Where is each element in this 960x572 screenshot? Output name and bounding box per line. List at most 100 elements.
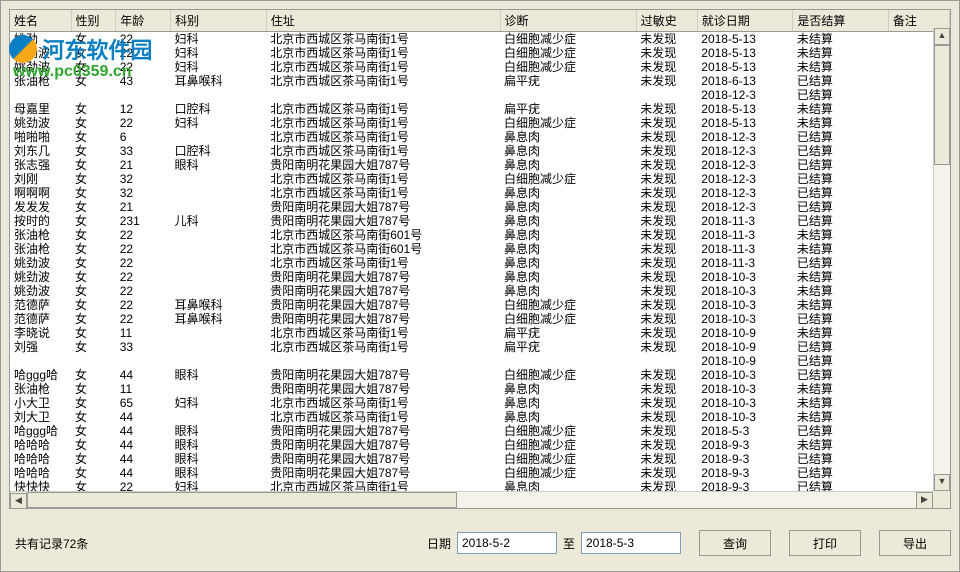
cell-age: 21: [116, 158, 171, 172]
horizontal-scrollbar[interactable]: ◀ ▶: [10, 491, 933, 508]
cell-sex: 女: [71, 396, 116, 410]
cell-allergy: 未发现: [636, 438, 697, 452]
cell-settle: 已结算: [793, 340, 889, 354]
cell-settle: 未结算: [793, 284, 889, 298]
cell-age: 43: [116, 74, 171, 88]
cell-name: 姚劲波: [10, 284, 71, 298]
cell-diag: 鼻息肉: [500, 284, 636, 298]
cell-dept: 眼科: [171, 158, 267, 172]
cell-settle: 未结算: [793, 382, 889, 396]
cell-dept: 耳鼻喉科: [171, 298, 267, 312]
cell-age: 22: [116, 270, 171, 284]
cell-diag: 鼻息肉: [500, 396, 636, 410]
table-row[interactable]: 姚劲女22妇科北京市西城区茶马南街1号白细胞减少症未发现2018-5-13未结算: [10, 32, 950, 47]
cell-settle: 已结算: [793, 312, 889, 326]
cell-allergy: 未发现: [636, 60, 697, 74]
table-row[interactable]: 刘刚女32北京市西城区茶马南街1号白细胞减少症未发现2018-12-3已结算: [10, 172, 950, 186]
cell-diag: 白细胞减少症: [500, 298, 636, 312]
column-header[interactable]: 就诊日期: [697, 10, 793, 32]
table-row[interactable]: 按时的女231儿科贵阳南明花果园大姐787号鼻息肉未发现2018-11-3已结算: [10, 214, 950, 228]
column-header[interactable]: 年龄: [116, 10, 171, 32]
vscroll-thumb[interactable]: [934, 45, 950, 165]
cell-dept: 眼科: [171, 466, 267, 480]
cell-age: 22: [116, 46, 171, 60]
table-row[interactable]: 范德萨女22耳鼻喉科贵阳南明花果园大姐787号白细胞减少症未发现2018-10-…: [10, 312, 950, 326]
table-row[interactable]: 发发发女21贵阳南明花果园大姐787号鼻息肉未发现2018-12-3已结算: [10, 200, 950, 214]
table-row[interactable]: 2018-10-9已结算: [10, 354, 950, 368]
cell-addr: 贵阳南明花果园大姐787号: [266, 312, 500, 326]
table-row[interactable]: 哈哈哈女44眼科贵阳南明花果园大姐787号白细胞减少症未发现2018-9-3已结…: [10, 452, 950, 466]
cell-diag: 扁平疣: [500, 326, 636, 340]
column-header[interactable]: 科别: [171, 10, 267, 32]
cell-date: 2018-11-3: [697, 256, 793, 270]
table-row[interactable]: 姚劲波女22北京市西城区茶马南街1号鼻息肉未发现2018-11-3已结算: [10, 256, 950, 270]
vertical-scrollbar[interactable]: ▲ ▼: [933, 28, 950, 491]
table-row[interactable]: 2018-12-3已结算: [10, 88, 950, 102]
table-row[interactable]: 母嘉里女12口腔科北京市西城区茶马南街1号扁平疣未发现2018-5-13未结算: [10, 102, 950, 116]
data-table-container: 姓名性别年龄科别住址诊断过敏史就诊日期是否结算备注 姚劲女22妇科北京市西城区茶…: [9, 9, 951, 509]
table-row[interactable]: 姚劲波女22妇科北京市西城区茶马南街1号白细胞减少症未发现2018-5-13未结…: [10, 46, 950, 60]
table-row[interactable]: 姚劲波女22贵阳南明花果园大姐787号鼻息肉未发现2018-10-3未结算: [10, 284, 950, 298]
table-row[interactable]: 哈哈哈女44眼科贵阳南明花果园大姐787号白细胞减少症未发现2018-9-3未结…: [10, 438, 950, 452]
table-row[interactable]: 刘东几女33口腔科北京市西城区茶马南街1号鼻息肉未发现2018-12-3已结算: [10, 144, 950, 158]
cell-dept: 儿科: [171, 214, 267, 228]
table-row[interactable]: 李晓说女11北京市西城区茶马南街1号扁平疣未发现2018-10-9未结算: [10, 326, 950, 340]
cell-dept: 口腔科: [171, 102, 267, 116]
cell-name: 张油枪: [10, 74, 71, 88]
cell-sex: 女: [71, 200, 116, 214]
cell-date: 2018-11-3: [697, 242, 793, 256]
table-row[interactable]: 刘强女33北京市西城区茶马南街1号扁平疣未发现2018-10-9已结算: [10, 340, 950, 354]
date-from-input[interactable]: [457, 532, 557, 554]
table-row[interactable]: 姚劲波女22妇科北京市西城区茶马南街1号白细胞减少症未发现2018-5-13未结…: [10, 116, 950, 130]
cell-sex: 女: [71, 284, 116, 298]
column-header[interactable]: 性别: [71, 10, 116, 32]
cell-sex: 女: [71, 228, 116, 242]
table-row[interactable]: 啊啊啊女32北京市西城区茶马南街1号鼻息肉未发现2018-12-3已结算: [10, 186, 950, 200]
table-row[interactable]: 哈哈哈女44眼科贵阳南明花果园大姐787号白细胞减少症未发现2018-9-3已结…: [10, 466, 950, 480]
column-header[interactable]: 住址: [266, 10, 500, 32]
table-row[interactable]: 小大卫女65妇科北京市西城区茶马南街1号鼻息肉未发现2018-10-3未结算: [10, 396, 950, 410]
print-button[interactable]: 打印: [789, 530, 861, 556]
table-row[interactable]: 姚劲波女22贵阳南明花果园大姐787号鼻息肉未发现2018-10-3未结算: [10, 270, 950, 284]
table-row[interactable]: 哈ggg哈女44眼科贵阳南明花果园大姐787号白细胞减少症未发现2018-10-…: [10, 368, 950, 382]
cell-sex: 女: [71, 144, 116, 158]
table-row[interactable]: 张油枪女11贵阳南明花果园大姐787号鼻息肉未发现2018-10-3未结算: [10, 382, 950, 396]
cell-diag: 白细胞减少症: [500, 116, 636, 130]
scroll-left-icon[interactable]: ◀: [10, 493, 27, 508]
table-row[interactable]: 张油枪女22北京市西城区茶马南街601号鼻息肉未发现2018-11-3未结算: [10, 228, 950, 242]
cell-settle: 已结算: [793, 466, 889, 480]
export-button[interactable]: 导出: [879, 530, 951, 556]
cell-dept: [171, 410, 267, 424]
cell-sex: 女: [71, 298, 116, 312]
column-header[interactable]: 诊断: [500, 10, 636, 32]
table-row[interactable]: 啪啪啪女6北京市西城区茶马南街1号鼻息肉未发现2018-12-3已结算: [10, 130, 950, 144]
cell-dept: [171, 88, 267, 102]
cell-sex: [71, 88, 116, 102]
table-row[interactable]: 张油枪女43耳鼻喉科北京市西城区茶马南街1号扁平疣未发现2018-6-13已结算: [10, 74, 950, 88]
cell-diag: 鼻息肉: [500, 186, 636, 200]
table-row[interactable]: 哈ggg哈女44眼科贵阳南明花果园大姐787号白细胞减少症未发现2018-5-3…: [10, 424, 950, 438]
scroll-right-icon[interactable]: ▶: [916, 492, 933, 508]
cell-name: 姚劲波: [10, 256, 71, 270]
table-row[interactable]: 刘大卫女44北京市西城区茶马南街1号鼻息肉未发现2018-10-3未结算: [10, 410, 950, 424]
cell-diag: 白细胞减少症: [500, 438, 636, 452]
cell-settle: 已结算: [793, 452, 889, 466]
scroll-up-icon[interactable]: ▲: [934, 28, 950, 45]
cell-allergy: 未发现: [636, 326, 697, 340]
cell-age: 44: [116, 452, 171, 466]
query-button[interactable]: 查询: [699, 530, 771, 556]
cell-sex: 女: [71, 102, 116, 116]
scroll-corner: [933, 491, 950, 508]
table-row[interactable]: 范德萨女22耳鼻喉科贵阳南明花果园大姐787号白细胞减少症未发现2018-10-…: [10, 298, 950, 312]
date-to-input[interactable]: [581, 532, 681, 554]
table-row[interactable]: 张油枪女22北京市西城区茶马南街601号鼻息肉未发现2018-11-3未结算: [10, 242, 950, 256]
cell-addr: 北京市西城区茶马南街1号: [266, 102, 500, 116]
table-row[interactable]: 张志强女21眼科贵阳南明花果园大姐787号鼻息肉未发现2018-12-3已结算: [10, 158, 950, 172]
table-row[interactable]: 姚劲波女22妇科北京市西城区茶马南街1号白细胞减少症未发现2018-5-13未结…: [10, 60, 950, 74]
column-header[interactable]: 是否结算: [793, 10, 889, 32]
column-header[interactable]: 姓名: [10, 10, 71, 32]
column-header[interactable]: 过敏史: [636, 10, 697, 32]
cell-settle: 未结算: [793, 32, 889, 47]
scroll-down-icon[interactable]: ▼: [934, 474, 950, 491]
hscroll-thumb[interactable]: [27, 492, 457, 508]
